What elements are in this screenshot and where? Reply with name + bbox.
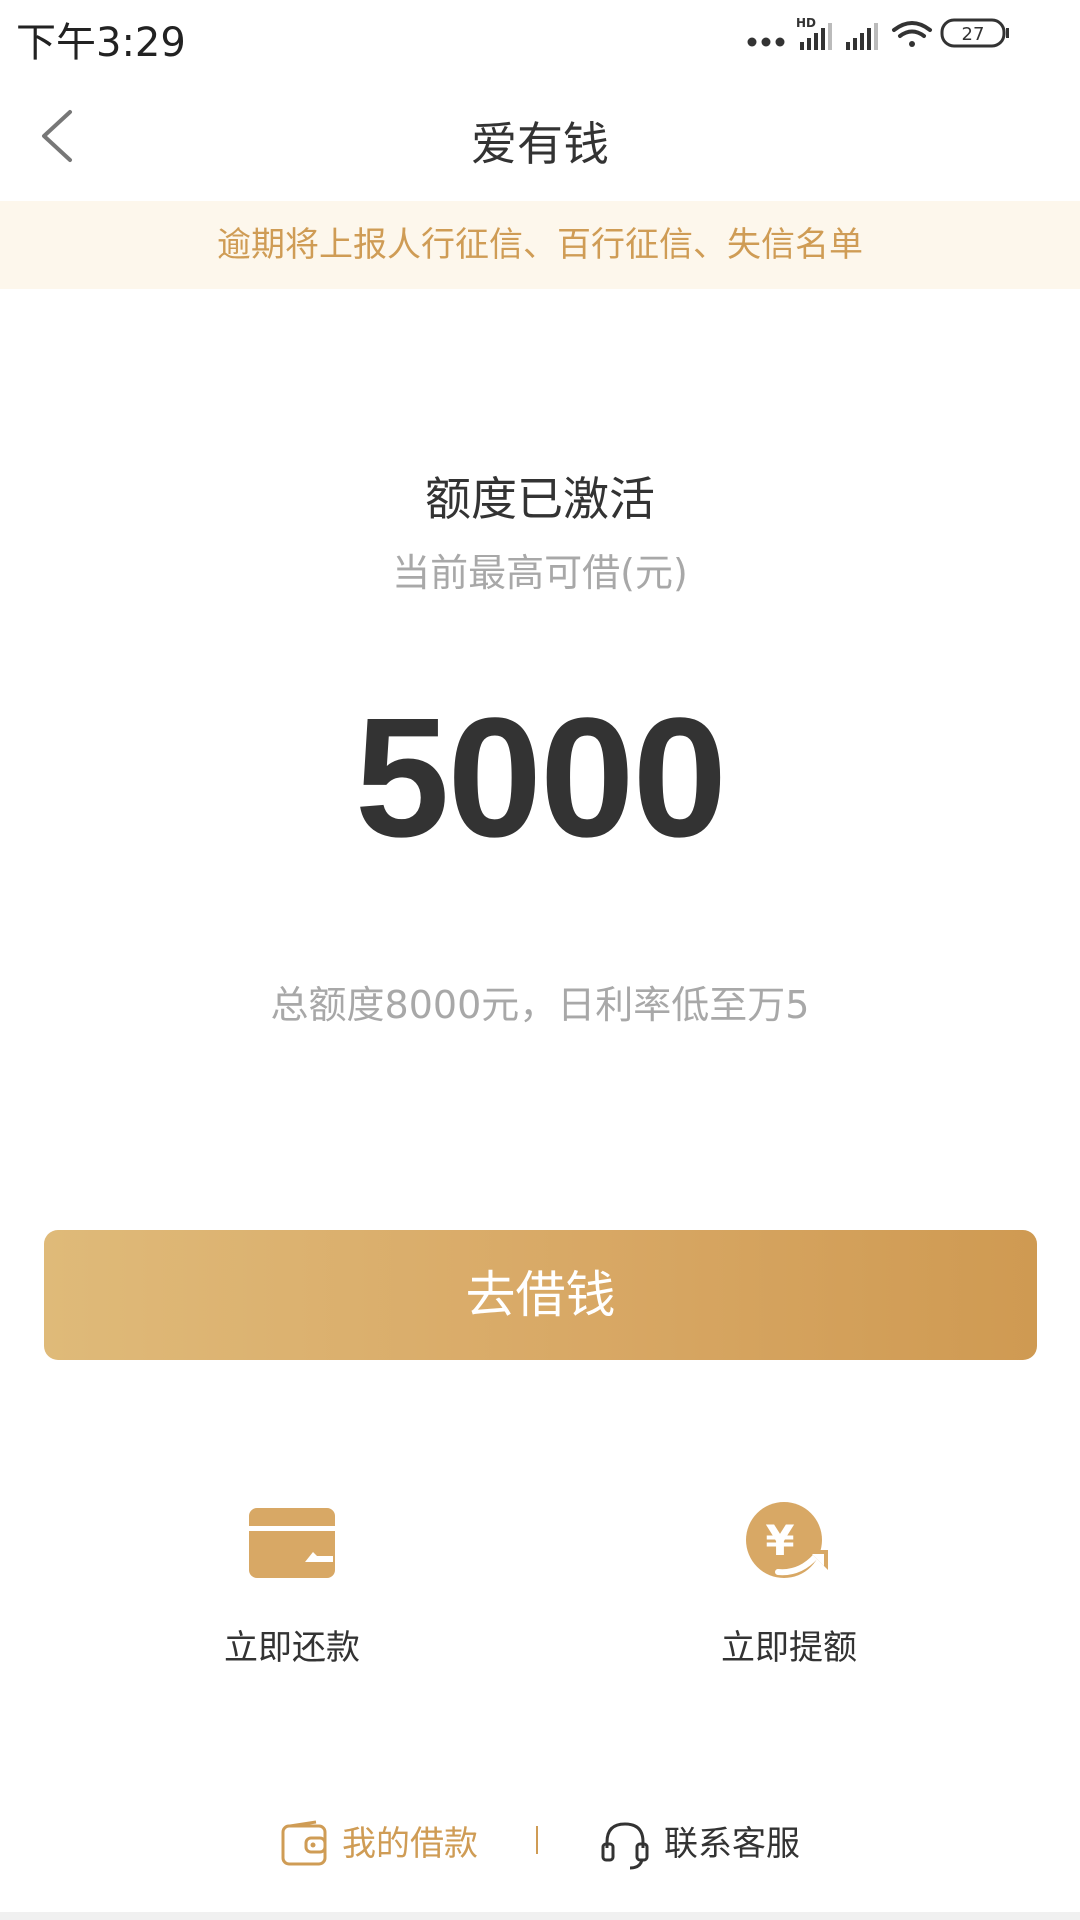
credit-amount: 5000 bbox=[354, 683, 727, 873]
signal-hd-icon: HD bbox=[796, 16, 832, 50]
footer-links: 我的借款 联系客服 bbox=[0, 1808, 1080, 1878]
wifi-icon bbox=[892, 21, 932, 47]
headset-icon bbox=[601, 1822, 649, 1870]
wallet-icon bbox=[281, 1820, 327, 1866]
borrow-button[interactable]: 去借钱 bbox=[44, 1230, 1037, 1360]
repay-now-label: 立即还款 bbox=[224, 1628, 360, 1668]
overdue-notice-banner: 逾期将上报人行征信、百行征信、失信名单 bbox=[0, 201, 1080, 289]
credit-status: 额度已激活 bbox=[425, 472, 655, 526]
signal-icon bbox=[846, 23, 878, 50]
status-time: 下午3:29 bbox=[16, 20, 186, 66]
footer-divider bbox=[536, 1826, 538, 1854]
nav-bar: 爱有钱 bbox=[0, 70, 1080, 200]
credit-subtitle: 当前最高可借(元) bbox=[392, 551, 688, 595]
yuan-up-icon: ¥ bbox=[744, 1500, 834, 1590]
credit-description: 总额度8000元，日利率低至万5 bbox=[270, 983, 810, 1027]
contact-support-label: 联系客服 bbox=[664, 1824, 800, 1864]
status-bar: 下午3:29 HD 27 bbox=[0, 0, 1080, 70]
my-loans-label: 我的借款 bbox=[342, 1824, 478, 1864]
more-dots-icon bbox=[747, 37, 785, 47]
svg-text:27: 27 bbox=[962, 24, 985, 45]
svg-text:¥: ¥ bbox=[765, 1516, 794, 1565]
status-icons: HD 27 bbox=[742, 14, 1062, 54]
repay-now-button[interactable]: 立即还款 bbox=[142, 1500, 442, 1670]
battery-icon: 27 bbox=[940, 18, 1009, 48]
svg-text:HD: HD bbox=[796, 16, 816, 30]
card-icon bbox=[247, 1500, 337, 1590]
raise-limit-label: 立即提额 bbox=[721, 1628, 857, 1668]
page-title: 爱有钱 bbox=[471, 117, 609, 171]
bottom-edge bbox=[0, 1912, 1080, 1920]
raise-limit-button[interactable]: ¥ 立即提额 bbox=[639, 1500, 939, 1670]
